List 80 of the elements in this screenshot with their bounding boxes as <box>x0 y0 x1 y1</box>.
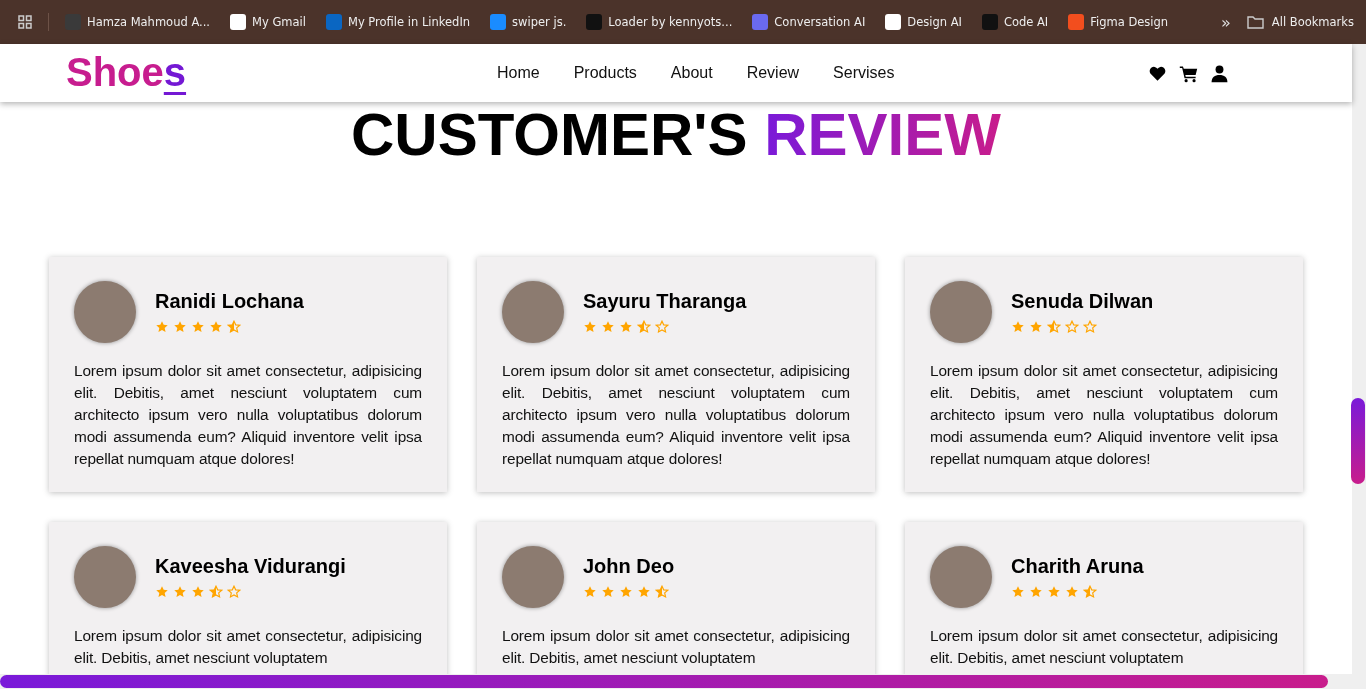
review-text: Lorem ipsum dolor sit amet consectetur, adipisicing elit. Debitis, amet nesciunt voluptatem <box>930 626 1278 668</box>
bookmark-favicon-icon <box>490 14 507 30</box>
bookmark-link[interactable]: swiper js. <box>512 15 567 29</box>
section-heading: CUSTOMER'S REVIEW <box>350 102 1002 166</box>
avatar <box>502 546 564 608</box>
star-icon <box>601 585 615 599</box>
star-icon <box>191 585 205 599</box>
reviewer-name: John Deo <box>583 555 675 578</box>
star-icon <box>601 320 615 334</box>
bookmark-link[interactable]: Figma Design <box>1090 15 1169 29</box>
star-icon <box>1011 585 1025 599</box>
nav-link[interactable]: Review <box>746 64 800 82</box>
half-star-icon <box>1047 320 1061 334</box>
half-star-icon <box>637 320 651 334</box>
avatar <box>74 281 136 343</box>
all-bookmarks-link[interactable]: All Bookmarks <box>1271 15 1354 29</box>
star-icon <box>1029 320 1043 334</box>
half-star-icon <box>227 320 241 334</box>
bookmark-favicon-icon <box>325 14 342 30</box>
bookmark-favicon-icon <box>230 14 246 30</box>
user-icon[interactable] <box>1210 63 1230 83</box>
reviewer-name: Ranidi Lochana <box>155 290 304 313</box>
bookmark-link[interactable]: My Gmail <box>252 15 306 29</box>
half-star-icon <box>209 585 223 599</box>
star-icon <box>619 585 633 599</box>
star-icon <box>1029 585 1043 599</box>
avatar <box>74 546 136 608</box>
half-star-icon <box>655 585 669 599</box>
folder-icon <box>1246 15 1264 29</box>
empty-star-icon <box>227 585 241 599</box>
apps-icon[interactable] <box>18 15 32 29</box>
star-icon <box>155 320 169 334</box>
reviewer-name: Kaveesha Vidurangi <box>155 555 346 578</box>
star-icon <box>191 320 205 334</box>
reviewer-name: Charith Aruna <box>1011 555 1144 578</box>
nav-link[interactable]: Servises <box>833 64 895 82</box>
empty-star-icon <box>655 320 669 334</box>
bookmark-favicon-icon <box>752 14 769 30</box>
horizontal-scrollbar-thumb[interactable] <box>0 675 1328 688</box>
reviewer-name: Senuda Dilwan <box>1011 290 1154 313</box>
review-text: Lorem ipsum dolor sit amet consectetur, adipisicing elit. Debitis, amet nesciunt voluptatem cum architecto ipsum vero nulla voluptatibus dolorum modi assumenda eum? Aliquid inventore velit ipsa repellat numquam atque dolores! <box>930 361 1278 469</box>
star-icon <box>1011 320 1025 334</box>
star-icon <box>173 585 187 599</box>
bookmark-link[interactable]: Loader by kennyots... <box>608 15 733 29</box>
more-bookmarks-button[interactable]: » <box>1221 12 1231 32</box>
bookmark-favicon-icon <box>981 14 998 30</box>
nav-link[interactable]: Products <box>573 64 637 82</box>
avatar <box>502 281 564 343</box>
half-star-icon <box>1083 585 1097 599</box>
bookmark-link[interactable]: Design AI <box>907 15 962 29</box>
star-icon <box>1065 585 1079 599</box>
star-icon <box>173 320 187 334</box>
avatar <box>930 546 992 608</box>
avatar <box>930 281 992 343</box>
empty-star-icon <box>1065 320 1079 334</box>
star-icon <box>1047 585 1061 599</box>
nav-link[interactable]: Home <box>497 64 540 82</box>
empty-star-icon <box>1083 320 1097 334</box>
review-text: Lorem ipsum dolor sit amet consectetur, adipisicing elit. Debitis, amet nesciunt voluptatem <box>74 626 422 668</box>
reviewer-name: Sayuru Tharanga <box>583 290 747 313</box>
review-text: Lorem ipsum dolor sit amet consectetur, adipisicing elit. Debitis, amet nesciunt voluptatem cum architecto ipsum vero nulla voluptatibus dolorum modi assumenda eum? Aliquid inventore velit ipsa repellat numquam atque dolores! <box>74 361 422 469</box>
nav-link[interactable]: About <box>670 64 713 82</box>
star-icon <box>637 585 651 599</box>
bookmark-link[interactable]: My Profile in LinkedIn <box>347 15 471 29</box>
review-text: Lorem ipsum dolor sit amet consectetur, adipisicing elit. Debitis, amet nesciunt voluptatem <box>502 626 850 668</box>
star-icon <box>155 585 169 599</box>
review-text: Lorem ipsum dolor sit amet consectetur, adipisicing elit. Debitis, amet nesciunt voluptatem cum architecto ipsum vero nulla voluptatibus dolorum modi assumenda eum? Aliquid inventore velit ipsa repellat numquam atque dolores! <box>502 361 850 469</box>
bookmark-favicon-icon <box>1068 14 1085 30</box>
cart-icon[interactable] <box>1179 63 1199 83</box>
bookmark-link[interactable]: Conversation AI <box>774 15 866 29</box>
shoes-logo[interactable]: Shoes <box>66 49 497 95</box>
star-icon <box>583 585 597 599</box>
star-icon <box>619 320 633 334</box>
star-icon <box>583 320 597 334</box>
bookmark-favicon-icon <box>885 14 902 30</box>
bookmark-favicon-icon <box>586 14 603 30</box>
bookmark-link[interactable]: Code AI <box>1003 15 1049 29</box>
star-icon <box>209 320 223 334</box>
bookmark-link[interactable]: Hamza Mahmoud A... <box>87 15 210 29</box>
vertical-scrollbar-thumb[interactable] <box>1351 398 1365 484</box>
